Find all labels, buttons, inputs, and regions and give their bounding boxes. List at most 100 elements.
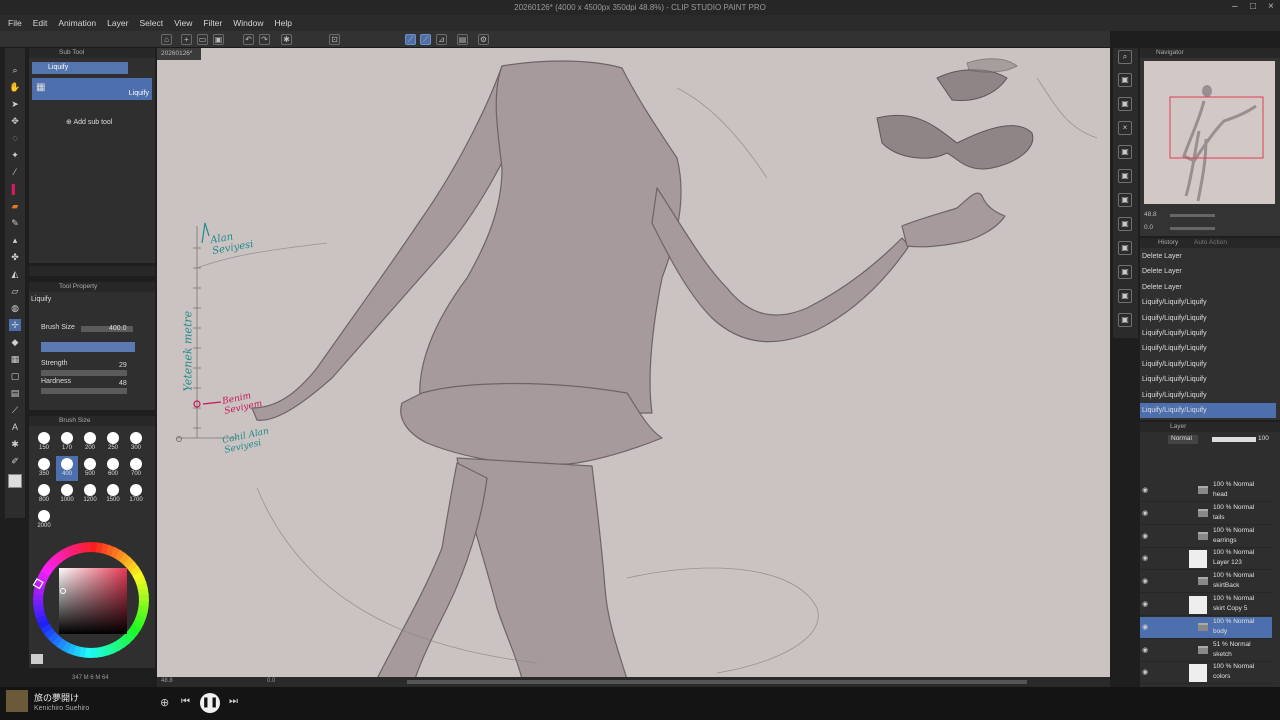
menu-file[interactable]: File	[8, 18, 22, 28]
figure-icon[interactable]: ▢	[9, 370, 21, 382]
menu-view[interactable]: View	[174, 18, 192, 28]
material-3-icon[interactable]: ▣	[1118, 145, 1132, 159]
material-6-icon[interactable]: ▣	[1118, 217, 1132, 231]
balloon-icon[interactable]: ✱	[9, 438, 21, 450]
layer-row[interactable]: ◉ 51 % Normal sketch	[1140, 640, 1272, 662]
search-icon[interactable]: ⌕	[1118, 50, 1132, 64]
close-icon[interactable]: ×	[1268, 1, 1274, 12]
menu-window[interactable]: Window	[233, 18, 263, 28]
snap-special-ruler-icon[interactable]: ⟋	[420, 34, 431, 45]
hand-icon[interactable]: ✋	[9, 81, 21, 93]
frame-border-icon[interactable]: ▤	[9, 387, 21, 399]
open-file-icon[interactable]: ▭	[197, 34, 208, 45]
layer-row[interactable]: ◉ 100 % Normal earrings	[1140, 526, 1272, 548]
snap-grid-icon[interactable]: ⊿	[436, 34, 447, 45]
visibility-eye-icon[interactable]: ◉	[1142, 554, 1152, 563]
close-panel-icon[interactable]: ×	[1118, 121, 1132, 135]
material-9-icon[interactable]: ▣	[1118, 289, 1132, 303]
add-subtool-button[interactable]: ⊕ Add sub tool	[66, 118, 112, 126]
magic-wand-icon[interactable]: ✦	[9, 149, 21, 161]
operation-icon[interactable]: ➤	[9, 98, 21, 110]
brush-size-preset[interactable]: 300	[125, 430, 147, 455]
show-ruler-icon[interactable]: ▤	[457, 34, 468, 45]
brush-size-preset[interactable]: 800	[33, 482, 55, 507]
eyedropper-icon[interactable]: ⁄	[9, 166, 21, 178]
previous-icon[interactable]: ⏮	[181, 696, 190, 707]
canvas[interactable]: Alan Seviyesi Yetenek metre Benim Seviye…	[157, 48, 1110, 679]
airbrush-icon[interactable]: ▴	[9, 234, 21, 246]
history-item[interactable]: Delete Layer	[1140, 249, 1276, 264]
clear-icon[interactable]: ✱	[281, 34, 292, 45]
visibility-eye-icon[interactable]: ◉	[1142, 623, 1152, 632]
menu-help[interactable]: Help	[274, 18, 291, 28]
menu-select[interactable]: Select	[139, 18, 163, 28]
subtool-item-liquify[interactable]: ▦ Liquify	[32, 78, 152, 100]
lasso-icon[interactable]: ◌	[9, 132, 21, 144]
snap-ruler-icon[interactable]: ⟋	[405, 34, 416, 45]
settings-icon[interactable]: ⚙	[478, 34, 489, 45]
main-color-swatch[interactable]	[8, 474, 22, 488]
fill-icon[interactable]: ◭	[9, 268, 21, 280]
material-5-icon[interactable]: ▣	[1118, 193, 1132, 207]
ruler-icon[interactable]: ⟋	[9, 404, 21, 416]
layer-row[interactable]: ◉ 100 % Normal Layer 123	[1140, 548, 1272, 571]
pen-icon[interactable]: ▌	[9, 183, 21, 195]
menu-filter[interactable]: Filter	[203, 18, 222, 28]
layer-row[interactable]: ◉ 100 % Normal skirt Copy 5	[1140, 594, 1272, 616]
layer-row[interactable]: ◉ 100 % Normal tails	[1140, 503, 1272, 525]
brush-size-preset[interactable]: 1000	[56, 482, 78, 507]
subtool-group-tab[interactable]: Liquify	[32, 62, 128, 74]
brush-size-preset[interactable]: 1200	[79, 482, 101, 507]
visibility-eye-icon[interactable]: ◉	[1142, 577, 1152, 586]
home-icon[interactable]: ⌂	[161, 34, 172, 45]
text-icon[interactable]: A	[9, 421, 21, 433]
layer-row[interactable]: ◉ 100 % Normal colors	[1140, 662, 1272, 685]
eraser-icon[interactable]: ▱	[9, 285, 21, 297]
horizontal-scrollbar[interactable]	[407, 680, 1027, 684]
layer-row[interactable]: ◉ 100 % Normal skirtBack	[1140, 571, 1272, 594]
brush-size-preset[interactable]: 150	[33, 430, 55, 455]
pencil-icon[interactable]: ▰	[9, 200, 21, 212]
navigator-zoom-slider[interactable]	[1170, 214, 1215, 217]
material-10-icon[interactable]: ▣	[1118, 313, 1132, 327]
brush-size-preset[interactable]: 170	[56, 430, 78, 455]
visibility-eye-icon[interactable]: ◉	[1142, 509, 1152, 518]
transform-icon[interactable]: ⊡	[329, 34, 340, 45]
menu-layer[interactable]: Layer	[107, 18, 128, 28]
gradient-icon[interactable]: ▦	[9, 353, 21, 365]
fill-bucket-icon[interactable]: ◆	[9, 336, 21, 348]
history-item[interactable]: Delete Layer	[1140, 280, 1276, 295]
new-file-icon[interactable]: +	[181, 34, 192, 45]
next-icon[interactable]: ⏭	[229, 696, 238, 707]
history-item[interactable]: Liquify/Liquify/Liquify	[1140, 372, 1276, 387]
strength-slider[interactable]	[41, 370, 127, 376]
menu-edit[interactable]: Edit	[33, 18, 48, 28]
visibility-eye-icon[interactable]: ◉	[1142, 532, 1152, 541]
material-7-icon[interactable]: ▣	[1118, 241, 1132, 255]
liquify-icon[interactable]: ✢	[9, 319, 21, 331]
minimize-icon[interactable]: –	[1232, 1, 1238, 12]
blend-icon[interactable]: ◍	[9, 302, 21, 314]
navigator-angle-slider[interactable]	[1170, 227, 1215, 230]
brush-size-preset[interactable]: 1500	[102, 482, 124, 507]
layer-row[interactable]: ◉ 100 % Normal body	[1140, 616, 1272, 639]
history-tab[interactable]: History	[1158, 239, 1178, 246]
visibility-eye-icon[interactable]: ◉	[1142, 600, 1152, 609]
visibility-eye-icon[interactable]: ◉	[1142, 668, 1152, 677]
menu-animation[interactable]: Animation	[58, 18, 96, 28]
history-item[interactable]: Liquify/Liquify/Liquify	[1140, 388, 1276, 403]
history-item[interactable]: Liquify/Liquify/Liquify	[1140, 357, 1276, 372]
brush-size-preset[interactable]: 350	[33, 456, 55, 481]
material-8-icon[interactable]: ▣	[1118, 265, 1132, 279]
save-icon[interactable]: ▣	[213, 34, 224, 45]
material-2-icon[interactable]: ▣	[1118, 97, 1132, 111]
navigator-preview[interactable]	[1144, 61, 1275, 204]
decoration-icon[interactable]: ✤	[9, 251, 21, 263]
brush-size-preset[interactable]: 500	[79, 456, 101, 481]
history-item[interactable]: Delete Layer	[1140, 264, 1276, 279]
brush-size-preset[interactable]: 250	[102, 430, 124, 455]
blend-mode-select[interactable]: Normal	[1168, 435, 1198, 444]
material-4-icon[interactable]: ▣	[1118, 169, 1132, 183]
zoom-icon[interactable]: ⌕	[9, 64, 21, 76]
auto-action-tab[interactable]: Auto Action	[1194, 239, 1227, 246]
